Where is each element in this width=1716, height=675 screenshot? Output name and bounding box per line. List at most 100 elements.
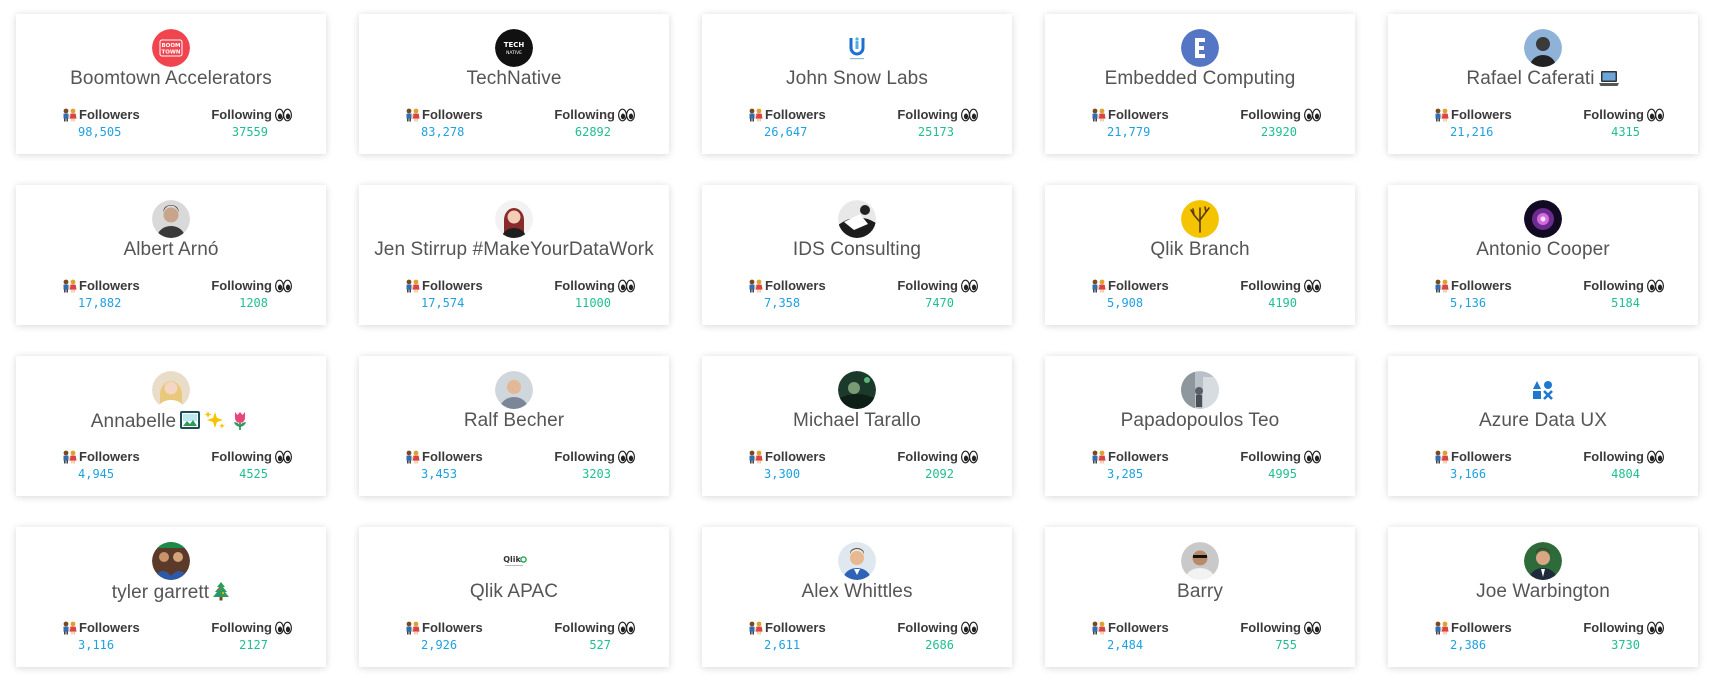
avatar-technative-logo[interactable]: TECH NATIVE bbox=[495, 29, 533, 67]
followers-count: 21,779 bbox=[1107, 125, 1151, 139]
user-card[interactable]: Qlik Qlik APAC Followers 2,926 Following… bbox=[359, 527, 669, 667]
user-card[interactable]: Alex Whittles Followers 2,611 Following … bbox=[702, 527, 1012, 667]
christmas-tree-emoji-icon bbox=[212, 581, 230, 607]
following-stat: Following 23920 bbox=[1240, 107, 1321, 139]
avatar-photo[interactable] bbox=[838, 371, 876, 409]
user-name[interactable]: Alex Whittles bbox=[702, 581, 1012, 603]
user-name[interactable]: Embedded Computing bbox=[1045, 68, 1355, 90]
user-name[interactable]: Azure Data UX bbox=[1388, 410, 1698, 432]
avatar-photo[interactable] bbox=[1181, 542, 1219, 580]
people-holding-hands-icon bbox=[1091, 108, 1106, 122]
user-card[interactable]: Barry Followers 2,484 Following 755 bbox=[1045, 527, 1355, 667]
avatar-photo[interactable] bbox=[152, 371, 190, 409]
user-name[interactable]: Papadopoulos Teo bbox=[1045, 410, 1355, 432]
following-count: 4315 bbox=[1611, 125, 1640, 139]
followers-label: Followers bbox=[1451, 449, 1512, 464]
following-count: 2092 bbox=[925, 467, 954, 481]
user-card-grid: BOOM TOWN Boomtown Accelerators Follower… bbox=[16, 14, 1698, 667]
user-name[interactable]: John Snow Labs bbox=[702, 68, 1012, 90]
people-holding-hands-icon bbox=[62, 279, 77, 293]
user-name[interactable]: TechNative bbox=[359, 68, 669, 90]
following-count: 2127 bbox=[239, 638, 268, 652]
user-card[interactable]: IDS Consulting Followers 7,358 Following… bbox=[702, 185, 1012, 325]
following-stat: Following 4525 bbox=[211, 449, 292, 481]
user-card[interactable]: Papadopoulos Teo Followers 3,285 Followi… bbox=[1045, 356, 1355, 496]
user-card[interactable]: BOOM TOWN Boomtown Accelerators Follower… bbox=[16, 14, 326, 154]
user-name[interactable]: Jen Stirrup #MakeYourDataWork bbox=[359, 239, 669, 261]
avatar-photo[interactable] bbox=[1181, 371, 1219, 409]
laptop-emoji-icon bbox=[1598, 69, 1620, 93]
user-name[interactable]: Qlik APAC bbox=[359, 581, 669, 603]
avatar-azure-data-ux-logo[interactable] bbox=[1524, 371, 1562, 409]
following-count: 527 bbox=[589, 638, 611, 652]
followers-count: 5,136 bbox=[1450, 296, 1487, 310]
user-card[interactable]: Rafael Caferati Followers 21,216 Followi… bbox=[1388, 14, 1698, 154]
avatar-photo[interactable] bbox=[495, 200, 533, 238]
user-card[interactable]: Jen Stirrup #MakeYourDataWork Followers … bbox=[359, 185, 669, 325]
user-card[interactable]: Albert Arnó Followers 17,882 Following 1… bbox=[16, 185, 326, 325]
user-card[interactable]: TECH NATIVE TechNative Followers 83,278 … bbox=[359, 14, 669, 154]
user-name[interactable]: Barry bbox=[1045, 581, 1355, 603]
user-card[interactable]: Joe Warbington Followers 2,386 Following… bbox=[1388, 527, 1698, 667]
following-label: Following bbox=[211, 620, 272, 635]
following-count: 2686 bbox=[925, 638, 954, 652]
followers-label: Followers bbox=[1451, 107, 1512, 122]
user-name[interactable]: Albert Arnó bbox=[16, 239, 326, 261]
user-card[interactable]: Azure Data UX Followers 3,166 Following … bbox=[1388, 356, 1698, 496]
avatar-photo[interactable] bbox=[1524, 542, 1562, 580]
avatar-photo[interactable] bbox=[1524, 200, 1562, 238]
following-label: Following bbox=[554, 278, 615, 293]
user-card[interactable]: Embedded Computing Followers 21,779 Foll… bbox=[1045, 14, 1355, 154]
user-card[interactable]: Annabelle Followers 4,945 Following 4525 bbox=[16, 356, 326, 496]
avatar-photo[interactable] bbox=[838, 542, 876, 580]
following-count: 4190 bbox=[1268, 296, 1297, 310]
following-stat: Following 5184 bbox=[1583, 278, 1664, 310]
avatar-photo[interactable] bbox=[495, 371, 533, 409]
user-name[interactable]: Annabelle bbox=[16, 410, 326, 436]
user-card[interactable]: Michael Tarallo Followers 3,300 Followin… bbox=[702, 356, 1012, 496]
user-card[interactable]: John Snow Labs Followers 26,647 Followin… bbox=[702, 14, 1012, 154]
followers-stat: Followers 83,278 bbox=[405, 107, 483, 139]
user-card[interactable]: Antonio Cooper Followers 5,136 Following… bbox=[1388, 185, 1698, 325]
followers-label: Followers bbox=[79, 620, 140, 635]
user-name[interactable]: Michael Tarallo bbox=[702, 410, 1012, 432]
eyes-icon bbox=[961, 450, 978, 464]
followers-label: Followers bbox=[79, 278, 140, 293]
people-holding-hands-icon bbox=[405, 108, 420, 122]
followers-label: Followers bbox=[79, 449, 140, 464]
following-label: Following bbox=[1583, 449, 1644, 464]
user-name[interactable]: Ralf Becher bbox=[359, 410, 669, 432]
following-count: 23920 bbox=[1260, 125, 1297, 139]
user-name[interactable]: Boomtown Accelerators bbox=[16, 68, 326, 90]
sparkles-emoji-icon bbox=[204, 410, 226, 436]
avatar-boomtown-logo[interactable]: BOOM TOWN bbox=[152, 29, 190, 67]
user-name[interactable]: Joe Warbington bbox=[1388, 581, 1698, 603]
following-label: Following bbox=[897, 449, 958, 464]
avatar-embedded-computing-logo[interactable] bbox=[1181, 29, 1219, 67]
followers-label: Followers bbox=[422, 107, 483, 122]
followers-stat: Followers 5,908 bbox=[1091, 278, 1169, 310]
followers-count: 2,926 bbox=[421, 638, 458, 652]
avatar-photo[interactable] bbox=[152, 542, 190, 580]
following-stat: Following 11000 bbox=[554, 278, 635, 310]
avatar-john-snow-labs-logo[interactable] bbox=[838, 29, 876, 67]
user-card[interactable]: Ralf Becher Followers 3,453 Following 32… bbox=[359, 356, 669, 496]
avatar-photo[interactable] bbox=[152, 200, 190, 238]
avatar-qlik-logo[interactable]: Qlik bbox=[495, 542, 533, 580]
avatar-photo[interactable] bbox=[838, 200, 876, 238]
followers-stat: Followers 2,926 bbox=[405, 620, 483, 652]
user-name[interactable]: tyler garrett bbox=[16, 581, 326, 607]
user-name[interactable]: Antonio Cooper bbox=[1388, 239, 1698, 261]
user-name[interactable]: Rafael Caferati bbox=[1388, 68, 1698, 93]
following-stat: Following 755 bbox=[1240, 620, 1321, 652]
user-card[interactable]: tyler garrett Followers 3,116 Following … bbox=[16, 527, 326, 667]
eyes-icon bbox=[961, 108, 978, 122]
followers-count: 83,278 bbox=[421, 125, 465, 139]
user-card[interactable]: Qlik Branch Followers 5,908 Following 41… bbox=[1045, 185, 1355, 325]
followers-label: Followers bbox=[765, 278, 826, 293]
following-label: Following bbox=[1240, 449, 1301, 464]
user-name[interactable]: IDS Consulting bbox=[702, 239, 1012, 261]
avatar-photo[interactable] bbox=[1524, 29, 1562, 67]
user-name[interactable]: Qlik Branch bbox=[1045, 239, 1355, 261]
avatar-tree-logo[interactable] bbox=[1181, 200, 1219, 238]
